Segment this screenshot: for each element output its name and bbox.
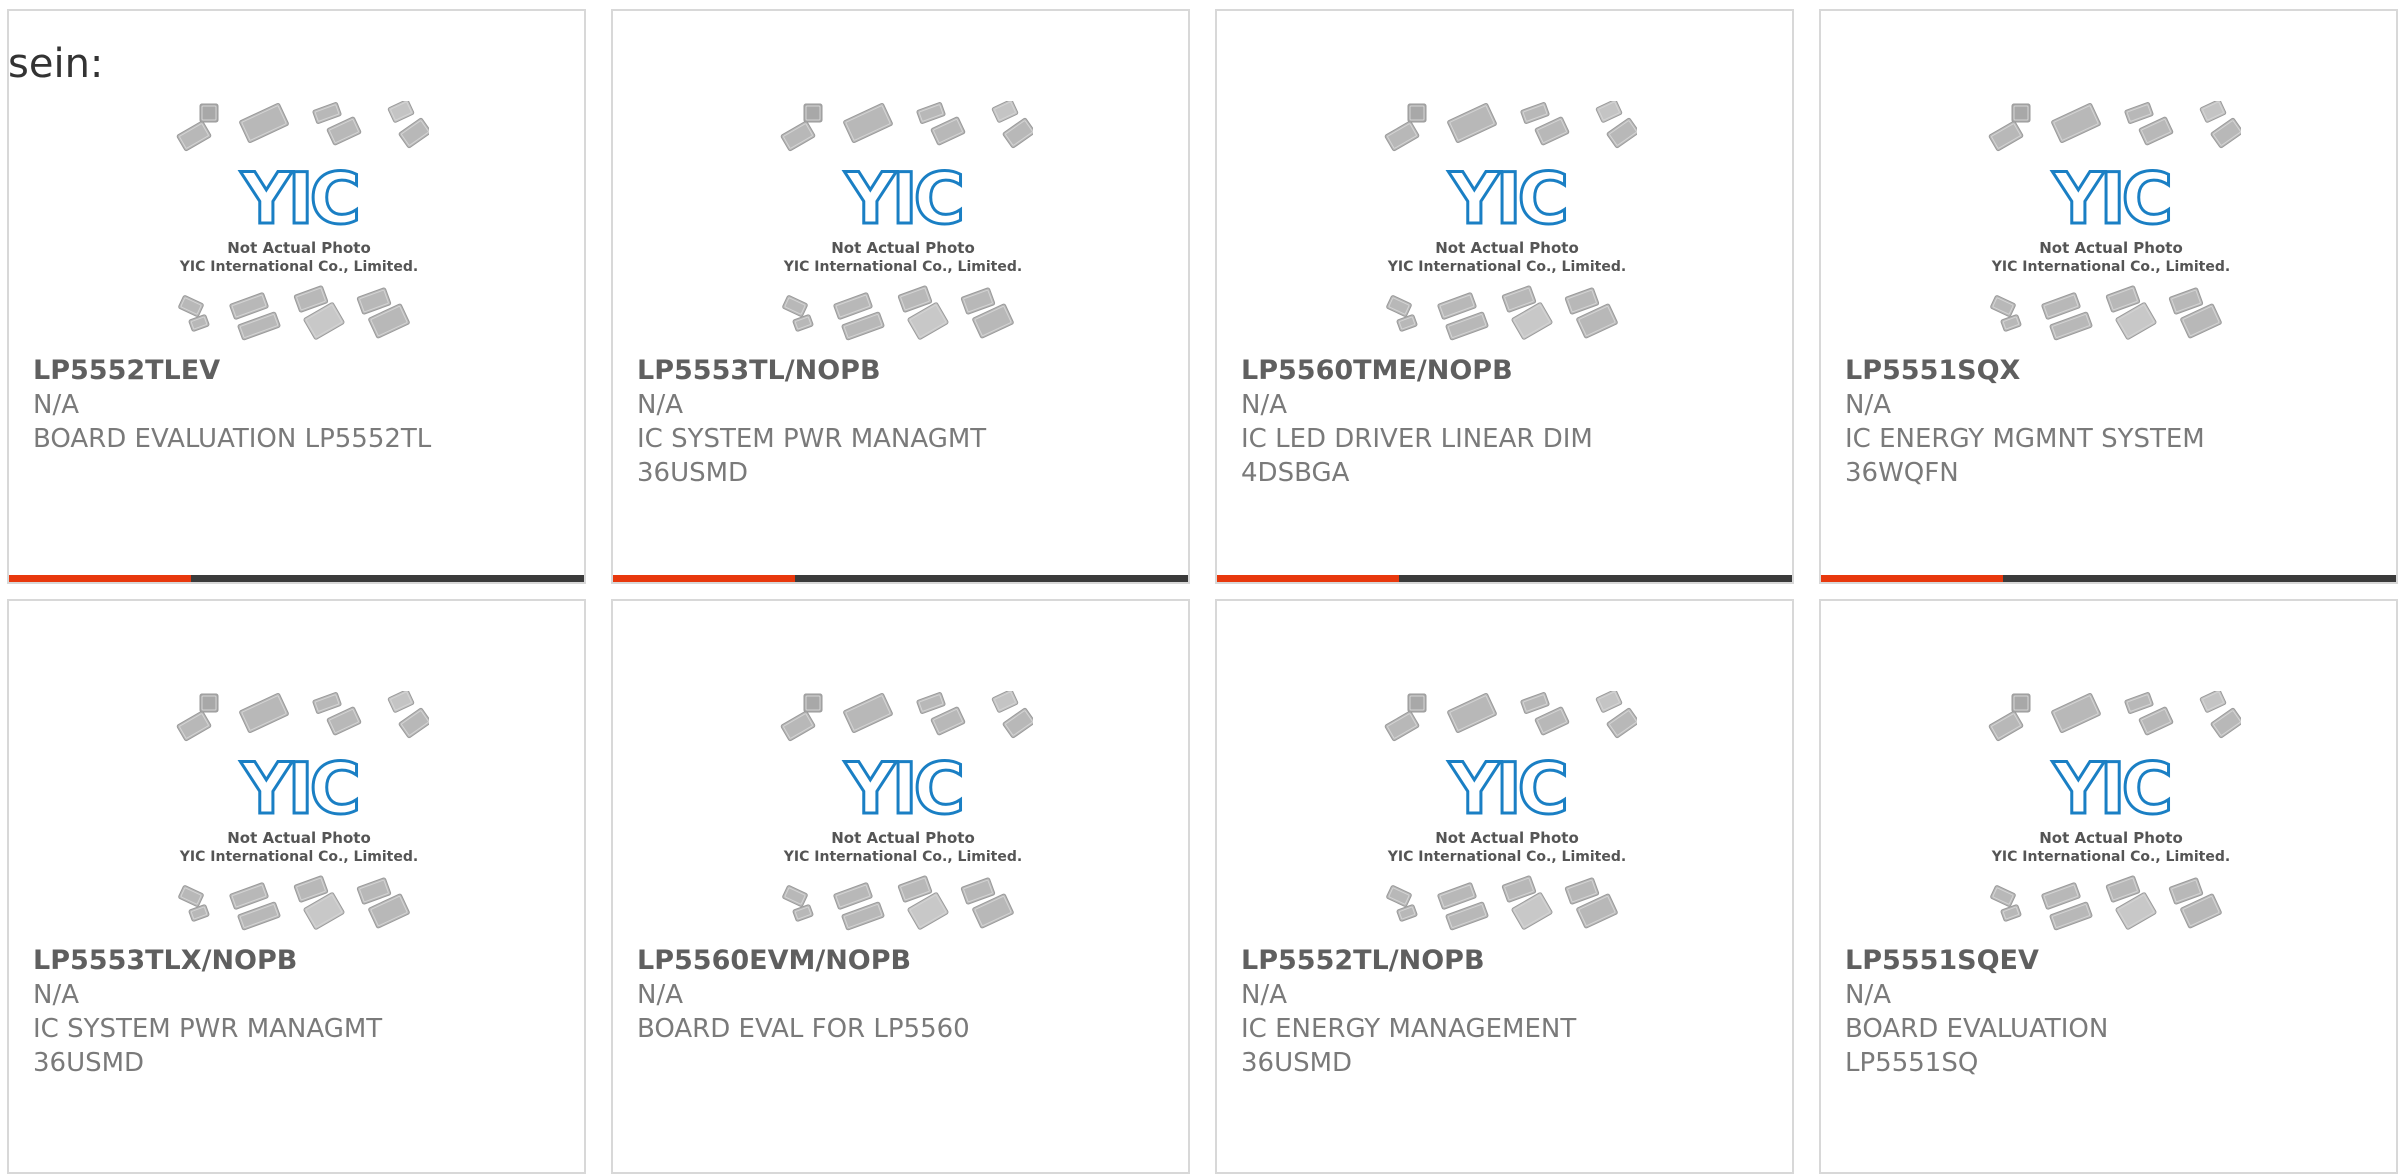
chip-packages-illustration: YICNot Actual Photo YIC International Co.… bbox=[1988, 691, 2241, 931]
yic-logo: YIC bbox=[844, 158, 961, 240]
product-card[interactable]: YIC Not Actual Photo YIC International Co.… bbox=[1819, 9, 2398, 584]
product-info: LP5553TL/NOPB N/A IC SYSTEM PWR MANAGMT … bbox=[637, 354, 1164, 490]
chip-packages-illustration: YICNot Actual Photo YIC International Co.… bbox=[1988, 101, 2241, 341]
product-photo-placeholder: YIC Not Actual Photo YIC International Co.… bbox=[169, 691, 429, 936]
product-photo-placeholder: YIC Not Actual Photo YIC International Co.… bbox=[773, 691, 1033, 936]
description: IC SYSTEM PWR MANAGMT 36USMD bbox=[33, 1014, 383, 1078]
photo-caption-line1: Not Actual Photo bbox=[2039, 829, 2183, 847]
chip-packages-illustration: YICNot Actual Photo YIC International Co.… bbox=[176, 691, 429, 931]
product-card-link[interactable]: YIC Not Actual Photo YIC International Co.… bbox=[613, 11, 1188, 582]
part-number[interactable]: LP5552TL/NOPB bbox=[1241, 944, 1768, 978]
description: BOARD EVALUATION LP5552TL bbox=[33, 424, 432, 454]
part-number[interactable]: LP5551SQX bbox=[1845, 354, 2372, 388]
manufacturer: N/A bbox=[1845, 980, 1891, 1010]
description: IC LED DRIVER LINEAR DIM 4DSBGA bbox=[1241, 424, 1593, 488]
product-info: LP5553TLX/NOPB N/A IC SYSTEM PWR MANAGMT… bbox=[33, 944, 560, 1080]
description: IC ENERGY MANAGEMENT 36USMD bbox=[1241, 1014, 1577, 1078]
photo-caption-line2: YIC International Co., Limited. bbox=[1387, 849, 1626, 865]
product-card[interactable]: YIC Not Actual Photo YIC International Co.… bbox=[611, 599, 1190, 1174]
product-card[interactable]: YIC Not Actual Photo YIC International Co.… bbox=[1819, 599, 2398, 1174]
description: BOARD EVAL FOR LP5560 bbox=[637, 1014, 970, 1044]
card-bottom-bar bbox=[613, 575, 1188, 582]
product-info: LP5552TL/NOPB N/A IC ENERGY MANAGEMENT 3… bbox=[1241, 944, 1768, 1080]
photo-caption-line2: YIC International Co., Limited. bbox=[1387, 259, 1626, 275]
product-card[interactable]: YIC Not Actual Photo YIC International Co.… bbox=[1215, 9, 1794, 584]
chip-packages-illustration: YICNot Actual Photo YIC International Co.… bbox=[780, 691, 1033, 931]
product-card-link[interactable]: YIC Not Actual Photo YIC International Co.… bbox=[1217, 601, 1792, 1172]
product-photo-placeholder: YIC Not Actual Photo YIC International Co.… bbox=[1981, 691, 2241, 936]
manufacturer: N/A bbox=[1845, 390, 1891, 420]
photo-caption-line1: Not Actual Photo bbox=[831, 829, 975, 847]
manufacturer: N/A bbox=[1241, 980, 1287, 1010]
manufacturer: N/A bbox=[33, 390, 79, 420]
product-photo-placeholder: YIC Not Actual Photo YIC International Co.… bbox=[773, 101, 1033, 346]
product-photo-placeholder: YIC Not Actual Photo YIC International Co.… bbox=[1981, 101, 2241, 346]
yic-logo: YIC bbox=[240, 748, 357, 830]
chip-packages-illustration: YICNot Actual Photo YIC International Co.… bbox=[1384, 101, 1637, 341]
part-number[interactable]: LP5551SQEV bbox=[1845, 944, 2372, 978]
product-photo-placeholder: YIC Not Actual Photo YIC International Co.… bbox=[169, 101, 429, 346]
part-number[interactable]: LP5553TL/NOPB bbox=[637, 354, 1164, 388]
photo-caption-line2: YIC International Co., Limited. bbox=[783, 259, 1022, 275]
product-info: LP5560TME/NOPB N/A IC LED DRIVER LINEAR … bbox=[1241, 354, 1768, 490]
manufacturer: N/A bbox=[637, 980, 683, 1010]
part-number[interactable]: LP5552TLEV bbox=[33, 354, 560, 388]
product-info: LP5560EVM/NOPB N/A BOARD EVAL FOR LP5560 bbox=[637, 944, 1164, 1046]
photo-caption-line2: YIC International Co., Limited. bbox=[179, 259, 418, 275]
product-card-link[interactable]: YIC Not Actual Photo YIC International Co.… bbox=[613, 601, 1188, 1172]
product-card-link[interactable]: YIC Not Actual Photo YIC International Co.… bbox=[1821, 11, 2396, 582]
manufacturer: N/A bbox=[637, 390, 683, 420]
product-card[interactable]: YIC Not Actual Photo YIC International Co.… bbox=[7, 599, 586, 1174]
chip-packages-illustration: YICNot Actual Photo YIC International Co.… bbox=[1384, 691, 1637, 931]
product-card-link[interactable]: YIC Not Actual Photo YIC International Co.… bbox=[1821, 601, 2396, 1172]
card-accent-bar bbox=[9, 575, 191, 582]
photo-caption-line2: YIC International Co., Limited. bbox=[1991, 259, 2230, 275]
manufacturer: N/A bbox=[1241, 390, 1287, 420]
yic-logo: YIC bbox=[1448, 158, 1565, 240]
product-info: LP5551SQEV N/A BOARD EVALUATION LP5551SQ bbox=[1845, 944, 2372, 1080]
card-accent-bar bbox=[1821, 575, 2003, 582]
description: BOARD EVALUATION LP5551SQ bbox=[1845, 1014, 2109, 1078]
product-photo-placeholder: YIC Not Actual Photo YIC International Co.… bbox=[1377, 101, 1637, 346]
product-card[interactable]: YIC Not Actual Photo YIC International Co.… bbox=[1215, 599, 1794, 1174]
description: IC SYSTEM PWR MANAGMT 36USMD bbox=[637, 424, 987, 488]
photo-caption-line1: Not Actual Photo bbox=[227, 829, 371, 847]
product-card[interactable]: YIC Not Actual Photo YIC International Co.… bbox=[7, 9, 586, 584]
manufacturer: N/A bbox=[33, 980, 79, 1010]
photo-caption-line2: YIC International Co., Limited. bbox=[179, 849, 418, 865]
product-grid: YIC Not Actual Photo YIC International Co.… bbox=[7, 9, 2400, 1174]
product-info: LP5551SQX N/A IC ENERGY MGMNT SYSTEM 36W… bbox=[1845, 354, 2372, 490]
part-number[interactable]: LP5560EVM/NOPB bbox=[637, 944, 1164, 978]
intro-text: sein: bbox=[8, 41, 104, 87]
product-card[interactable]: YIC Not Actual Photo YIC International Co.… bbox=[611, 9, 1190, 584]
card-accent-bar bbox=[613, 575, 795, 582]
card-bottom-bar bbox=[9, 575, 584, 582]
chip-packages-illustration: YICNot Actual Photo YIC International Co.… bbox=[176, 101, 429, 341]
chip-packages-illustration: YICNot Actual Photo YIC International Co.… bbox=[780, 101, 1033, 341]
yic-logo: YIC bbox=[844, 748, 961, 830]
product-card-link[interactable]: YIC Not Actual Photo YIC International Co.… bbox=[1217, 11, 1792, 582]
product-info: LP5552TLEV N/A BOARD EVALUATION LP5552TL bbox=[33, 354, 560, 456]
yic-logo: YIC bbox=[2052, 158, 2169, 240]
card-bottom-bar bbox=[1821, 575, 2396, 582]
photo-caption-line1: Not Actual Photo bbox=[831, 239, 975, 257]
photo-caption-line1: Not Actual Photo bbox=[227, 239, 371, 257]
part-number[interactable]: LP5560TME/NOPB bbox=[1241, 354, 1768, 388]
photo-caption-line2: YIC International Co., Limited. bbox=[783, 849, 1022, 865]
yic-logo: YIC bbox=[2052, 748, 2169, 830]
card-bottom-bar bbox=[1217, 575, 1792, 582]
photo-caption-line1: Not Actual Photo bbox=[2039, 239, 2183, 257]
product-card-link[interactable]: YIC Not Actual Photo YIC International Co.… bbox=[9, 601, 584, 1172]
description: IC ENERGY MGMNT SYSTEM 36WQFN bbox=[1845, 424, 2205, 488]
yic-logo: YIC bbox=[240, 158, 357, 240]
product-card-link[interactable]: YIC Not Actual Photo YIC International Co.… bbox=[9, 11, 584, 582]
photo-caption-line1: Not Actual Photo bbox=[1435, 829, 1579, 847]
part-number[interactable]: LP5553TLX/NOPB bbox=[33, 944, 560, 978]
photo-caption-line1: Not Actual Photo bbox=[1435, 239, 1579, 257]
card-accent-bar bbox=[1217, 575, 1399, 582]
yic-logo: YIC bbox=[1448, 748, 1565, 830]
photo-caption-line2: YIC International Co., Limited. bbox=[1991, 849, 2230, 865]
product-photo-placeholder: YIC Not Actual Photo YIC International Co.… bbox=[1377, 691, 1637, 936]
